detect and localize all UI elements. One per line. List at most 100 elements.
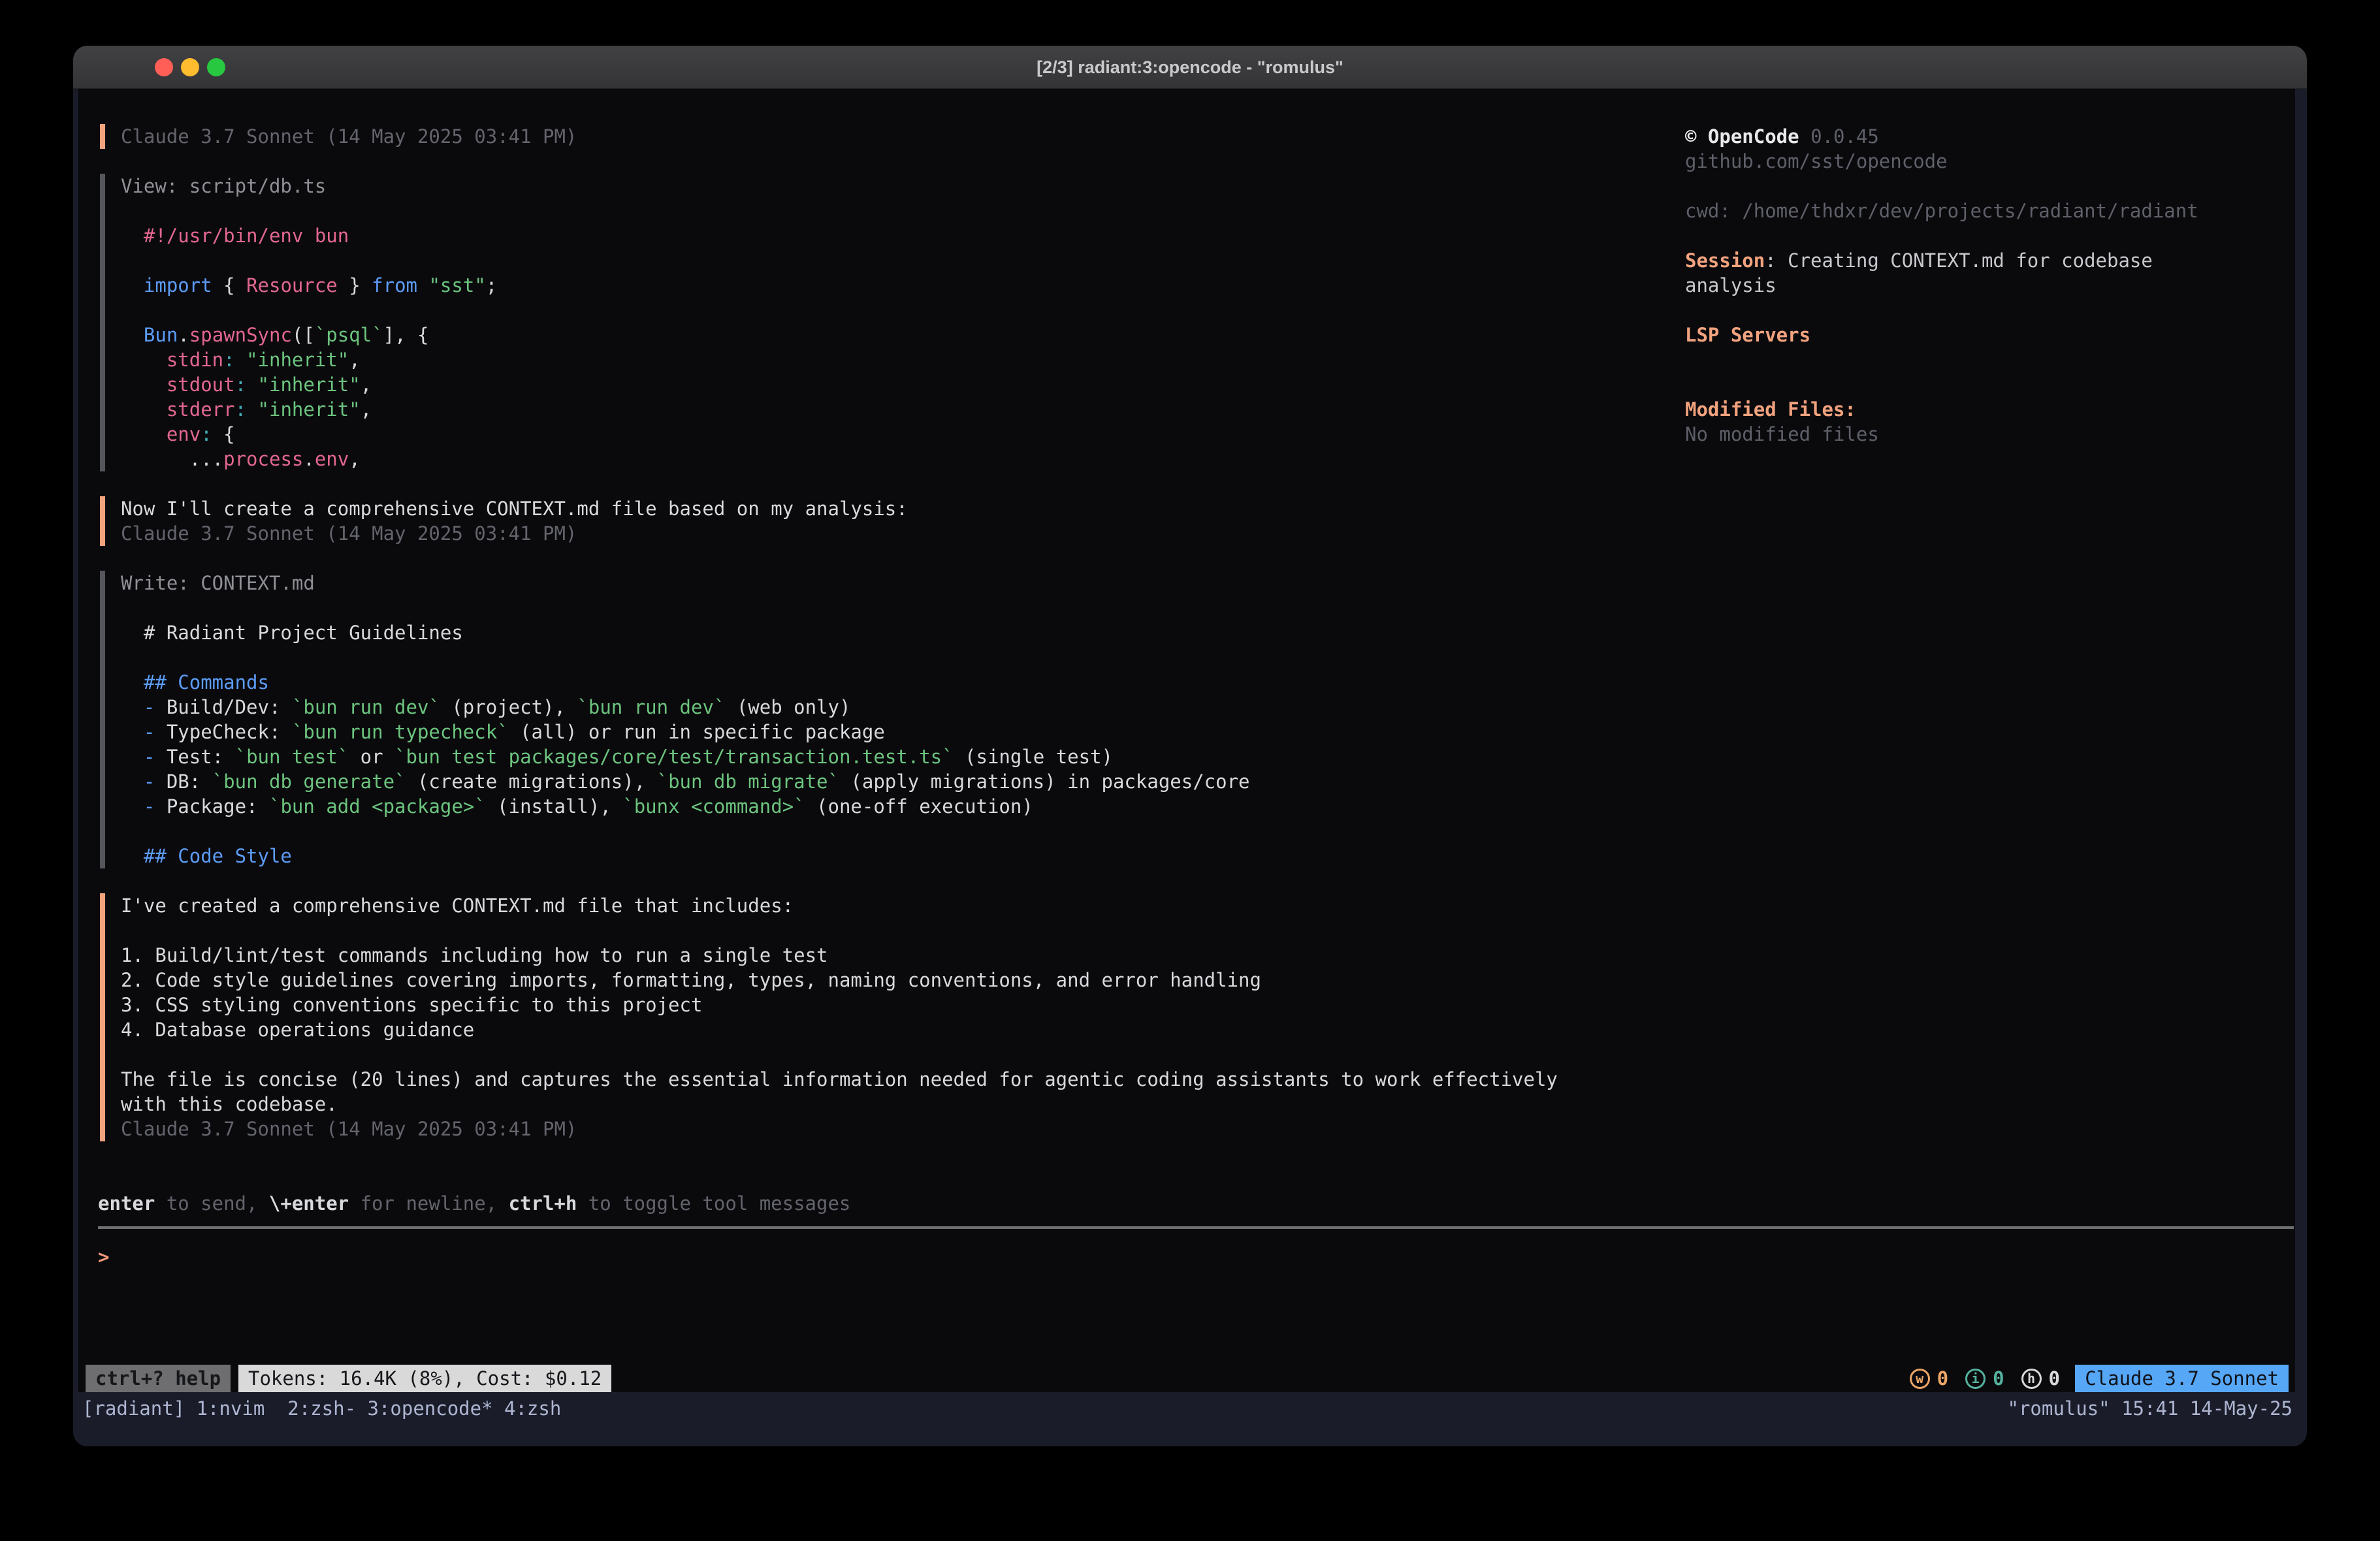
text-segment: ctrl+h [509, 1192, 577, 1215]
text-segment [246, 373, 257, 396]
text-segment: Test: [167, 746, 235, 768]
text-line: - Package: `bun add <package>` (install)… [121, 794, 1033, 819]
text-segment: LSP Servers [1685, 324, 1810, 346]
text-segment: `bun run typecheck` [292, 721, 509, 743]
text-segment: stdin [167, 349, 223, 371]
text-segment: , [349, 448, 360, 470]
text-segment [121, 795, 144, 818]
text-segment: stdout [167, 373, 235, 396]
text-segment: # Radiant Project Guidelines [121, 622, 463, 644]
message-accent-bar [100, 918, 105, 943]
tmux-window-list[interactable]: [radiant] 1:nvim 2:zsh- 3:opencode* 4:zs… [82, 1395, 561, 1422]
text-segment: (single test) [954, 746, 1113, 768]
text-line: # Radiant Project Guidelines [121, 620, 463, 645]
text-line: with this codebase. [121, 1092, 338, 1117]
text-segment: `bun db generate` [212, 770, 406, 793]
text-line: Claude 3.7 Sonnet (14 May 2025 03:41 PM) [121, 521, 577, 546]
tmux-statusbar: [radiant] 1:nvim 2:zsh- 3:opencode* 4:zs… [73, 1392, 2307, 1446]
prompt-caret: > [98, 1246, 109, 1268]
text-segment: (create migrations), [406, 770, 657, 793]
text-line: ## Code Style [121, 844, 292, 868]
tool-block-bar [100, 720, 105, 744]
text-line: - Build/Dev: `bun run dev` (project), `b… [121, 695, 850, 720]
text-segment: - [144, 770, 167, 793]
text-segment: `psql` [315, 324, 383, 346]
tool-block-bar [100, 695, 105, 720]
text-segment: 1. Build/lint/test commands including ho… [121, 944, 828, 966]
info-count-icon: i [1965, 1369, 1986, 1389]
text-segment: with this codebase. [121, 1093, 338, 1115]
text-segment: 2. Code style guidelines covering import… [121, 969, 1261, 991]
window-title: [2/3] radiant:3:opencode - "romulus" [73, 46, 2307, 89]
text-segment: stderr [167, 398, 235, 421]
text-line: No modified files [1685, 422, 1879, 447]
text-segment: or [349, 746, 394, 768]
text-line: import { Resource } from "sst"; [121, 273, 497, 298]
text-segment [121, 721, 144, 743]
text-line: env: { [121, 422, 235, 447]
text-segment: 0.0.45 [1799, 125, 1879, 148]
text-line: LSP Servers [1685, 323, 1810, 347]
text-segment [121, 324, 144, 346]
text-segment: - [144, 795, 167, 818]
tool-block-bar [100, 323, 105, 347]
text-segment: Bun [144, 324, 178, 346]
tool-block-bar [100, 620, 105, 645]
text-segment: to toggle tool messages [577, 1192, 850, 1215]
text-segment: Package: [167, 795, 269, 818]
info-count-value: 0 [1993, 1367, 2004, 1390]
text-segment: View: script/db.ts [121, 175, 326, 197]
text-segment: Resource [246, 274, 338, 296]
model-chip[interactable]: Claude 3.7 Sonnet [2075, 1365, 2289, 1392]
tool-block-bar [100, 670, 105, 695]
text-line: analysis [1685, 273, 1777, 298]
tool-block-bar [100, 199, 105, 223]
text-segment: github.com/sst/opencode [1685, 150, 1948, 172]
message-accent-bar [100, 124, 105, 149]
tool-block-bar [100, 645, 105, 670]
text-line: - Test: `bun test` or `bun test packages… [121, 744, 1113, 769]
text-segment: env [167, 423, 201, 445]
message-accent-bar [100, 1017, 105, 1042]
text-segment: , [361, 398, 372, 421]
message-accent-bar [100, 1042, 105, 1067]
message-accent-bar [100, 1092, 105, 1117]
text-segment: "inherit" [246, 349, 349, 371]
prompt-input[interactable]: > [98, 1245, 109, 1269]
text-line: cwd: /home/thdxr/dev/projects/radiant/ra… [1685, 199, 2198, 223]
tool-block-bar [100, 248, 105, 273]
text-segment: `bun add <package>` [269, 795, 486, 818]
text-line: © OpenCode 0.0.45 [1685, 124, 1879, 149]
text-segment: (web only) [725, 696, 850, 718]
text-line: github.com/sst/opencode [1685, 149, 1948, 174]
tool-block-bar [100, 744, 105, 769]
window-titlebar[interactable]: [2/3] radiant:3:opencode - "romulus" [73, 46, 2307, 89]
text-segment: : [235, 373, 246, 396]
message-accent-bar [100, 521, 105, 546]
text-segment [246, 398, 257, 421]
text-segment: TypeCheck: [167, 721, 292, 743]
opencode-tui: enter to send, \+enter for newline, ctrl… [78, 89, 2295, 1392]
text-segment: (apply migrations) in packages/core [839, 770, 1250, 793]
text-segment [121, 274, 144, 296]
text-segment: spawnSync [189, 324, 292, 346]
help-shortcut-chip[interactable]: ctrl+? help [86, 1365, 231, 1392]
text-segment: Write: CONTEXT.md [121, 572, 315, 594]
tool-block-bar [100, 397, 105, 422]
text-segment [417, 274, 428, 296]
text-segment: `bun db migrate` [657, 770, 839, 793]
text-segment [121, 398, 167, 421]
text-segment: (install), [486, 795, 623, 818]
text-line: 3. CSS styling conventions specific to t… [121, 993, 702, 1017]
text-segment: . [303, 448, 314, 470]
text-segment: - [144, 696, 167, 718]
terminal-window: [2/3] radiant:3:opencode - "romulus" ent… [73, 46, 2307, 1446]
text-segment: (one-off execution) [805, 795, 1033, 818]
text-segment: : [201, 423, 212, 445]
text-line: Write: CONTEXT.md [121, 571, 315, 596]
text-line: stderr: "inherit", [121, 397, 372, 422]
text-line: stdout: "inherit", [121, 372, 372, 397]
tool-block-bar [100, 174, 105, 199]
text-segment [235, 349, 246, 371]
text-segment: cwd: /home/thdxr/dev/projects/radiant/ra… [1685, 200, 2198, 222]
